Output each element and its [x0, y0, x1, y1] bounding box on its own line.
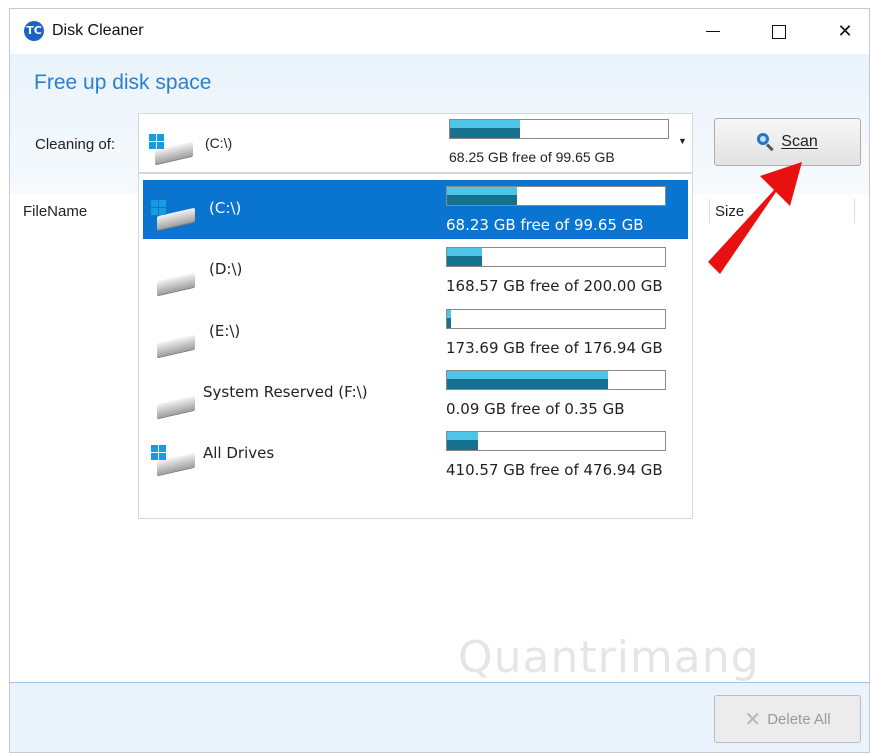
drive-option-d[interactable]: (D:\) 168.57 GB free of 200.00 GB — [143, 241, 688, 300]
drive-option-name: System Reserved (F:\) — [203, 383, 368, 401]
windows-drive-icon — [151, 445, 195, 476]
minimize-icon — [706, 31, 720, 32]
title-bar: TC Disk Cleaner ✕ — [10, 9, 869, 54]
drive-option-name: (C:\) — [209, 199, 242, 217]
drive-icon — [151, 327, 195, 358]
drive-option-all[interactable]: All Drives 410.57 GB free of 476.94 GB — [143, 425, 688, 484]
page-heading: Free up disk space — [34, 71, 212, 94]
drive-option-free: 168.57 GB free of 200.00 GB — [446, 277, 663, 295]
drive-select[interactable]: (C:\) 68.25 GB free of 99.65 GB ▼ — [138, 113, 693, 173]
maximize-button[interactable] — [746, 9, 812, 54]
drive-usage-bar — [446, 247, 666, 267]
maximize-icon — [772, 24, 786, 39]
close-button[interactable]: ✕ — [812, 9, 869, 54]
drive-icon — [151, 265, 195, 296]
drive-usage-fill — [447, 248, 482, 266]
drive-usage-bar — [446, 370, 666, 390]
watermark: Quantrimang — [458, 632, 760, 683]
selected-drive-name: (C:\) — [205, 135, 233, 151]
cleaning-of-label: Cleaning of: — [35, 136, 116, 153]
drive-option-free: 68.23 GB free of 99.65 GB — [446, 216, 644, 234]
drive-usage-fill — [447, 371, 609, 389]
drive-usage-bar — [446, 309, 666, 329]
drive-option-free: 173.69 GB free of 176.94 GB — [446, 339, 663, 357]
drive-option-free: 410.57 GB free of 476.94 GB — [446, 461, 663, 479]
scan-button[interactable]: Scan — [714, 118, 861, 166]
magnifier-icon — [757, 133, 775, 152]
drive-option-f[interactable]: System Reserved (F:\) 0.09 GB free of 0.… — [143, 364, 688, 423]
selected-drive-free: 68.25 GB free of 99.65 GB — [449, 149, 615, 165]
scan-label: Scan — [781, 133, 818, 150]
drive-option-name: All Drives — [203, 444, 275, 462]
window-title: Disk Cleaner — [52, 22, 144, 39]
windows-drive-icon — [151, 200, 195, 231]
drive-option-c[interactable]: (C:\) 68.23 GB free of 99.65 GB — [143, 180, 688, 239]
delete-all-label: Delete All — [767, 710, 831, 728]
drive-usage-bar — [446, 186, 666, 206]
close-icon: ✕ — [837, 21, 853, 42]
column-filename[interactable]: FileName — [23, 203, 87, 220]
delete-x-icon: ✕ — [744, 707, 762, 731]
delete-all-button[interactable]: ✕ Delete All — [714, 695, 861, 743]
windows-drive-icon — [149, 134, 193, 165]
selected-usage-bar — [449, 119, 669, 139]
drive-option-name: (E:\) — [209, 322, 241, 340]
drive-usage-fill — [447, 187, 517, 205]
chevron-down-icon[interactable]: ▼ — [678, 136, 687, 146]
column-size[interactable]: Size — [715, 203, 744, 220]
minimize-button[interactable] — [680, 9, 746, 54]
drive-option-e[interactable]: (E:\) 173.69 GB free of 176.94 GB — [143, 303, 688, 362]
drive-usage-bar — [446, 431, 666, 451]
selected-usage-fill — [450, 120, 520, 138]
drive-dropdown-list: (C:\) 68.23 GB free of 99.65 GB (D:\) 16… — [138, 173, 693, 519]
drive-usage-fill — [447, 310, 452, 328]
drive-usage-fill — [447, 432, 478, 450]
column-divider — [854, 199, 855, 223]
drive-option-free: 0.09 GB free of 0.35 GB — [446, 400, 625, 418]
app-logo-icon: TC — [24, 21, 44, 41]
drive-icon — [151, 388, 195, 419]
drive-option-name: (D:\) — [209, 260, 243, 278]
column-divider — [709, 199, 710, 223]
